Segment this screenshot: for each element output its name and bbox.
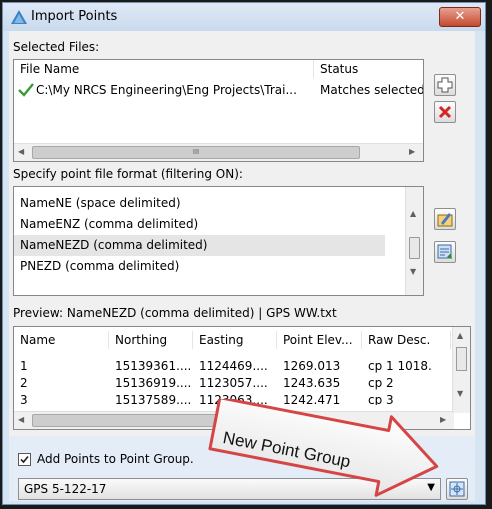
- manage-format-button[interactable]: [434, 241, 456, 263]
- remove-file-button[interactable]: [434, 101, 456, 123]
- add-file-icon: [437, 77, 453, 93]
- scroll-thumb[interactable]: III: [32, 146, 360, 159]
- preview-cell: 3: [20, 393, 28, 405]
- file-row[interactable]: C:\My NRCS Engineering\Eng Projects\Trai…: [14, 80, 423, 100]
- column-header-status[interactable]: Status: [314, 60, 423, 78]
- scroll-left-icon[interactable]: ◀: [18, 415, 24, 424]
- preview-cell: 15136919....: [115, 376, 192, 390]
- checkmark-icon: [20, 455, 29, 464]
- add-to-group-label: Add Points to Point Group.: [37, 452, 194, 466]
- close-button[interactable]: ✕: [439, 7, 481, 27]
- preview-vertical-scrollbar[interactable]: ▲ ▼: [452, 327, 470, 413]
- preview-cell: 15139361....: [115, 359, 192, 373]
- preview-cell: 15137589....: [115, 393, 192, 405]
- format-option[interactable]: PNEZD (comma delimited): [20, 256, 179, 277]
- scroll-thumb[interactable]: [456, 347, 467, 371]
- format-label: Specify point file format (filtering ON)…: [13, 167, 243, 181]
- format-option[interactable]: NameNE (space delimited): [20, 193, 181, 214]
- preview-cell: 1123057....: [199, 376, 268, 390]
- file-name-cell: C:\My NRCS Engineering\Eng Projects\Trai…: [36, 83, 297, 97]
- format-vertical-scrollbar[interactable]: ▲ ▼: [405, 187, 423, 295]
- remove-file-icon: [438, 105, 452, 119]
- format-option[interactable]: NameENZ (comma delimited): [20, 214, 198, 235]
- preview-column-header[interactable]: Point Elev...: [277, 331, 362, 349]
- preview-row[interactable]: 1 15139361.... 1124469.... 1269.013 cp 1…: [14, 359, 454, 375]
- window-title: Import Points: [31, 9, 118, 24]
- preview-column-header[interactable]: Raw Desc.: [362, 331, 451, 349]
- scroll-down-icon[interactable]: ▼: [410, 267, 416, 276]
- preview-cell: cp 1 1018.: [368, 359, 432, 373]
- file-status-cell: Matches selected f: [320, 83, 423, 97]
- scroll-thumb[interactable]: [409, 237, 420, 259]
- preview-label: Preview: NameNEZD (comma delimited) | GP…: [13, 306, 337, 320]
- scroll-up-icon[interactable]: ▲: [457, 331, 463, 340]
- manage-format-icon: [437, 244, 452, 259]
- scroll-up-icon[interactable]: ▲: [410, 209, 416, 218]
- checkmark-icon: [18, 83, 34, 97]
- edit-format-icon: [437, 213, 453, 227]
- preview-column-header[interactable]: Name: [14, 331, 109, 349]
- selected-files-label: Selected Files:: [13, 40, 100, 54]
- app-triangle-icon: [11, 10, 27, 24]
- format-list[interactable]: NameNE (space delimited) NameENZ (comma …: [13, 186, 424, 296]
- preview-column-header[interactable]: Easting: [193, 331, 277, 349]
- scroll-down-icon[interactable]: ▼: [457, 389, 463, 398]
- title-bar: Import Points ✕: [3, 3, 485, 31]
- preview-cell: 1: [20, 359, 28, 373]
- preview-cell: 1269.013: [283, 359, 341, 373]
- point-group-value: GPS 5-122-17: [24, 482, 107, 496]
- files-list[interactable]: File Name Status C:\My NRCS Engineering\…: [13, 59, 424, 162]
- scroll-left-icon[interactable]: ◀: [18, 147, 24, 156]
- add-file-button[interactable]: [434, 74, 456, 96]
- preview-cell: 1243.635: [283, 376, 341, 390]
- import-points-dialog: Import Points ✕ Selected Files: File Nam…: [2, 2, 486, 505]
- preview-cell: 2: [20, 376, 28, 390]
- preview-cell: 1124469....: [199, 359, 268, 373]
- edit-format-button[interactable]: [434, 208, 456, 230]
- files-horizontal-scrollbar[interactable]: ◀ III ▶: [14, 143, 423, 161]
- preview-cell: cp 2: [368, 376, 394, 390]
- scroll-right-icon[interactable]: ▶: [409, 147, 415, 156]
- column-header-file-name[interactable]: File Name: [14, 60, 314, 78]
- preview-row[interactable]: 2 15136919.... 1123057.... 1243.635 cp 2: [14, 376, 454, 392]
- new-point-group-button[interactable]: [446, 478, 468, 500]
- format-option-selected[interactable]: NameNEZD (comma delimited): [20, 235, 207, 256]
- new-point-group-icon: [449, 481, 465, 497]
- add-to-group-checkbox[interactable]: [18, 453, 31, 466]
- preview-column-header[interactable]: Northing: [109, 331, 193, 349]
